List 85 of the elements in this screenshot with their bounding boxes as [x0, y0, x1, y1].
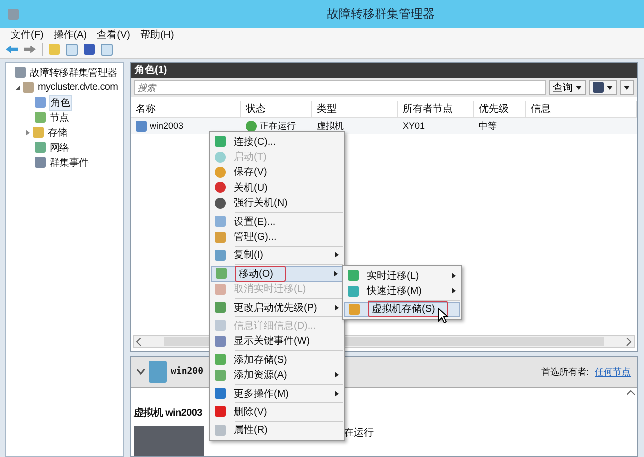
menu-item[interactable]: 快速迁移(M): [344, 283, 460, 299]
caret-icon: [607, 86, 613, 90]
menu-item-icon: [215, 302, 226, 314]
menu-item[interactable]: 管理(G)...: [211, 229, 343, 245]
menu-item-icon: [215, 152, 226, 163]
menu-item-icon: [348, 270, 359, 282]
menu-item[interactable]: 更改启动优先级(P): [211, 300, 343, 316]
tree-item[interactable]: 节点: [49, 110, 70, 124]
menu-item-icon: [216, 268, 227, 280]
table-cell: XY01: [403, 121, 426, 131]
panel-icon[interactable]: [101, 44, 113, 56]
menu-item[interactable]: 保存(V): [211, 164, 343, 180]
menu-item[interactable]: 添加存储(S): [211, 352, 343, 368]
menu-item-icon: [215, 216, 226, 228]
tree-item[interactable]: 故障转移群集管理器: [29, 66, 118, 80]
panel-icon[interactable]: [66, 44, 78, 56]
menu-item-icon: [215, 406, 226, 418]
tree-item[interactable]: 存储: [47, 126, 68, 140]
menu-item[interactable]: 帮助(H): [140, 28, 174, 42]
menu-item-icon: [215, 198, 226, 209]
scroll-right-icon[interactable]: [624, 338, 634, 346]
menu-item-icon: [215, 136, 226, 148]
menu-item-icon: [215, 166, 226, 178]
menu-item[interactable]: 更多操作(M): [211, 386, 343, 402]
menu-item[interactable]: 属性(R): [211, 422, 343, 438]
menu-item[interactable]: 删除(V): [211, 404, 343, 420]
scroll-left-icon[interactable]: [134, 338, 144, 346]
tree-node-icon: [35, 97, 46, 108]
menu-item-icon: [215, 182, 226, 194]
details-title: 虚拟机 win2003: [134, 406, 202, 420]
vm-name: win200: [171, 367, 204, 377]
menu-item-icon: [215, 250, 226, 261]
tree-node-icon: [15, 67, 26, 78]
menu-item-icon: [348, 286, 359, 297]
menu-item[interactable]: 强行关机(N): [211, 196, 343, 211]
menu-item-icon: [215, 388, 226, 400]
query-button[interactable]: 查询: [549, 80, 586, 95]
menu-item[interactable]: 查看(V): [97, 28, 130, 42]
menu-item-icon: [215, 284, 226, 295]
owner-label: 首选所有者:: [541, 366, 589, 378]
menu-item[interactable]: 虚拟机存储(S): [344, 302, 460, 318]
tree-node-icon: [35, 112, 46, 123]
menu-item[interactable]: 移动(O): [211, 266, 343, 282]
expand-button[interactable]: [620, 80, 634, 95]
menu-item-icon: [215, 354, 226, 366]
menu-item[interactable]: 操作(A): [54, 28, 88, 42]
menu-item-icon: [215, 424, 226, 436]
owner-link[interactable]: 任何节点: [595, 366, 631, 378]
menu-item[interactable]: 实时迁移(L): [344, 268, 460, 284]
tree-node-icon: [23, 82, 34, 93]
table-cell: 正在运行: [260, 120, 296, 132]
tree-node-icon: [33, 127, 44, 138]
menu-item-icon: [349, 304, 360, 315]
menu-item-icon: [215, 336, 226, 347]
menu-item-icon: [215, 370, 226, 381]
vm-thumbnail: [134, 426, 204, 456]
tree-node-icon: [35, 142, 46, 153]
tree-node-icon: [35, 157, 46, 168]
tree-item[interactable]: mycluster.dvte.com: [37, 82, 120, 93]
status-text: 在运行: [344, 426, 374, 440]
menu-item[interactable]: 连接(C)...: [211, 134, 343, 150]
chevron-down-icon[interactable]: [137, 369, 145, 375]
menu-item-icon: [215, 320, 226, 332]
menu-item[interactable]: 关机(U): [211, 180, 343, 196]
search-field[interactable]: 搜索: [134, 80, 546, 95]
app-icon: [8, 8, 19, 20]
menu-item-icon: [215, 232, 226, 243]
scroll-up-icon[interactable]: [627, 390, 635, 396]
caret-icon: [576, 86, 582, 90]
menu-item[interactable]: 文件(F): [11, 28, 44, 42]
running-status-icon: [246, 120, 257, 132]
window-title: 故障转移群集管理器: [327, 6, 435, 22]
menu-item[interactable]: 复制(I): [211, 248, 343, 264]
menu-item[interactable]: 添加资源(A): [211, 367, 343, 383]
tree-item[interactable]: 网络: [49, 140, 70, 154]
table-cell: 中等: [479, 120, 497, 132]
table-cell: win2003: [150, 121, 184, 131]
panel-header: 角色(1): [131, 63, 637, 78]
tree-item[interactable]: 角色: [49, 94, 72, 110]
menu-item[interactable]: 设置(E)...: [211, 214, 343, 230]
caret-icon: [624, 86, 630, 90]
tree-item[interactable]: 群集事件: [49, 156, 90, 170]
menu-item[interactable]: 显示关键事件(W): [211, 334, 343, 350]
table-cell: 虚拟机: [317, 120, 344, 132]
save-button[interactable]: [589, 80, 617, 95]
